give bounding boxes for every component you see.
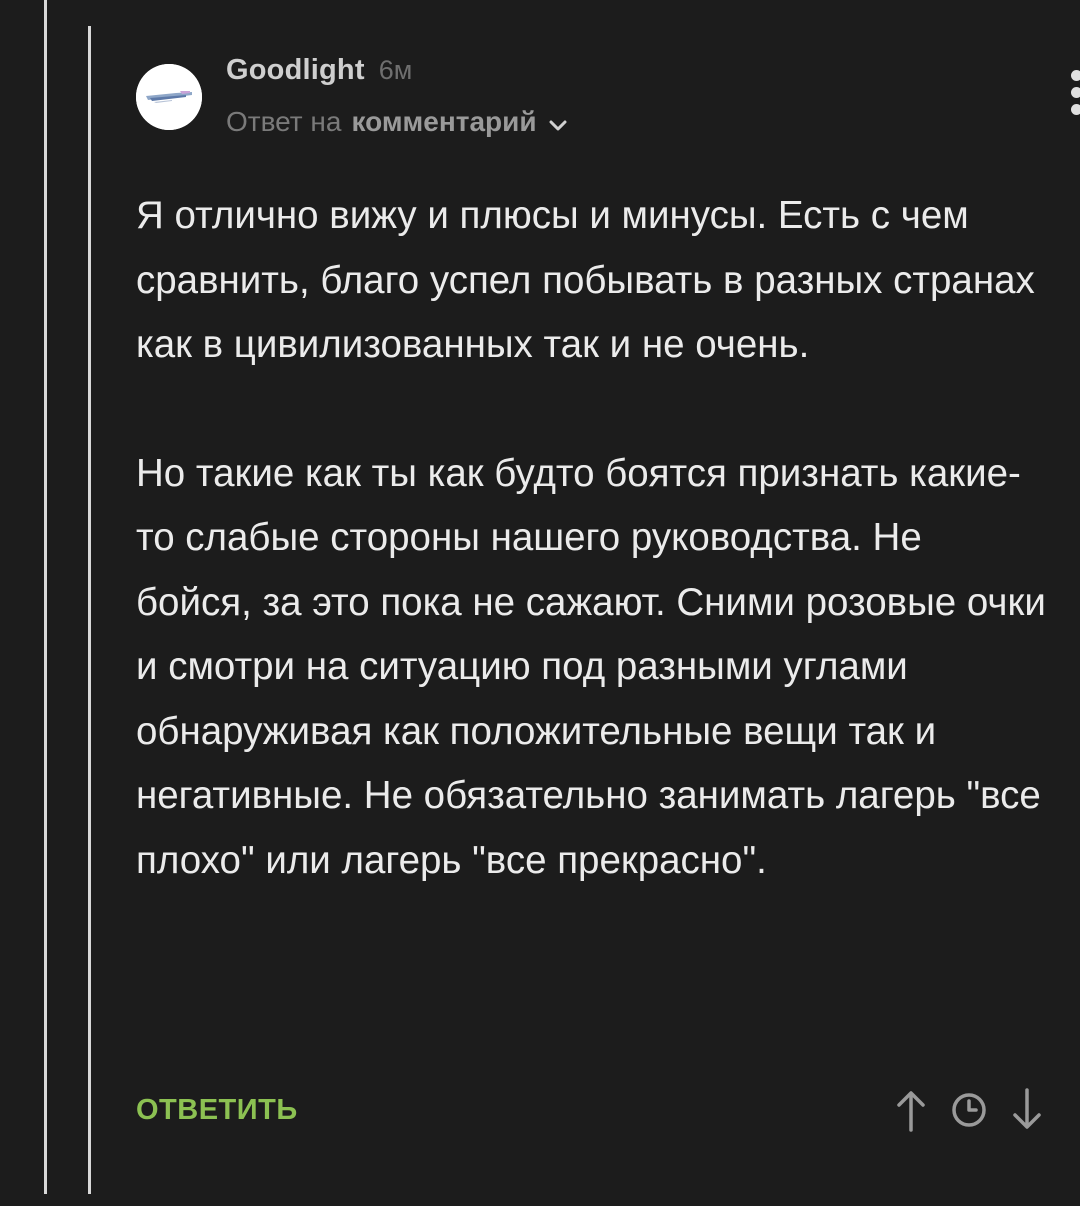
avatar-image — [136, 64, 202, 130]
thread-line-outer[interactable] — [44, 0, 47, 1194]
arrow-up-icon[interactable] — [894, 1088, 928, 1132]
comment-body: Я отлично вижу и плюсы и минусы. Есть с … — [136, 184, 1046, 893]
reply-button[interactable]: ОТВЕТИТЬ — [136, 1094, 298, 1127]
reply-to-prefix: Ответ на — [226, 106, 342, 137]
reply-to-link[interactable]: комментарий — [351, 106, 536, 138]
username[interactable]: Goodlight — [226, 54, 365, 87]
comment-actions — [894, 1088, 1044, 1132]
arrow-down-icon[interactable] — [1010, 1088, 1044, 1132]
timestamp: 6м — [378, 55, 413, 85]
more-vertical-icon[interactable] — [1066, 70, 1080, 118]
comment-footer: ОТВЕТИТЬ — [136, 1088, 1046, 1138]
reply-to[interactable]: Ответ на комментарий — [226, 106, 569, 138]
clock-icon[interactable] — [950, 1091, 988, 1129]
avatar[interactable] — [136, 64, 202, 130]
comment: Goodlight 6м Ответ на комментарий Я отли… — [136, 48, 1080, 893]
comment-paragraph-2: Но такие как ты как будто боятся признат… — [136, 451, 1046, 882]
comment-header: Goodlight 6м Ответ на комментарий — [136, 48, 1080, 148]
comment-meta: Goodlight 6м Ответ на комментарий — [226, 54, 569, 138]
chevron-down-icon[interactable] — [547, 111, 569, 133]
thread-line-inner[interactable] — [88, 26, 91, 1194]
username-row: Goodlight 6м — [226, 54, 569, 88]
comment-paragraph-1: Я отлично вижу и плюсы и минусы. Есть с … — [136, 194, 1035, 366]
